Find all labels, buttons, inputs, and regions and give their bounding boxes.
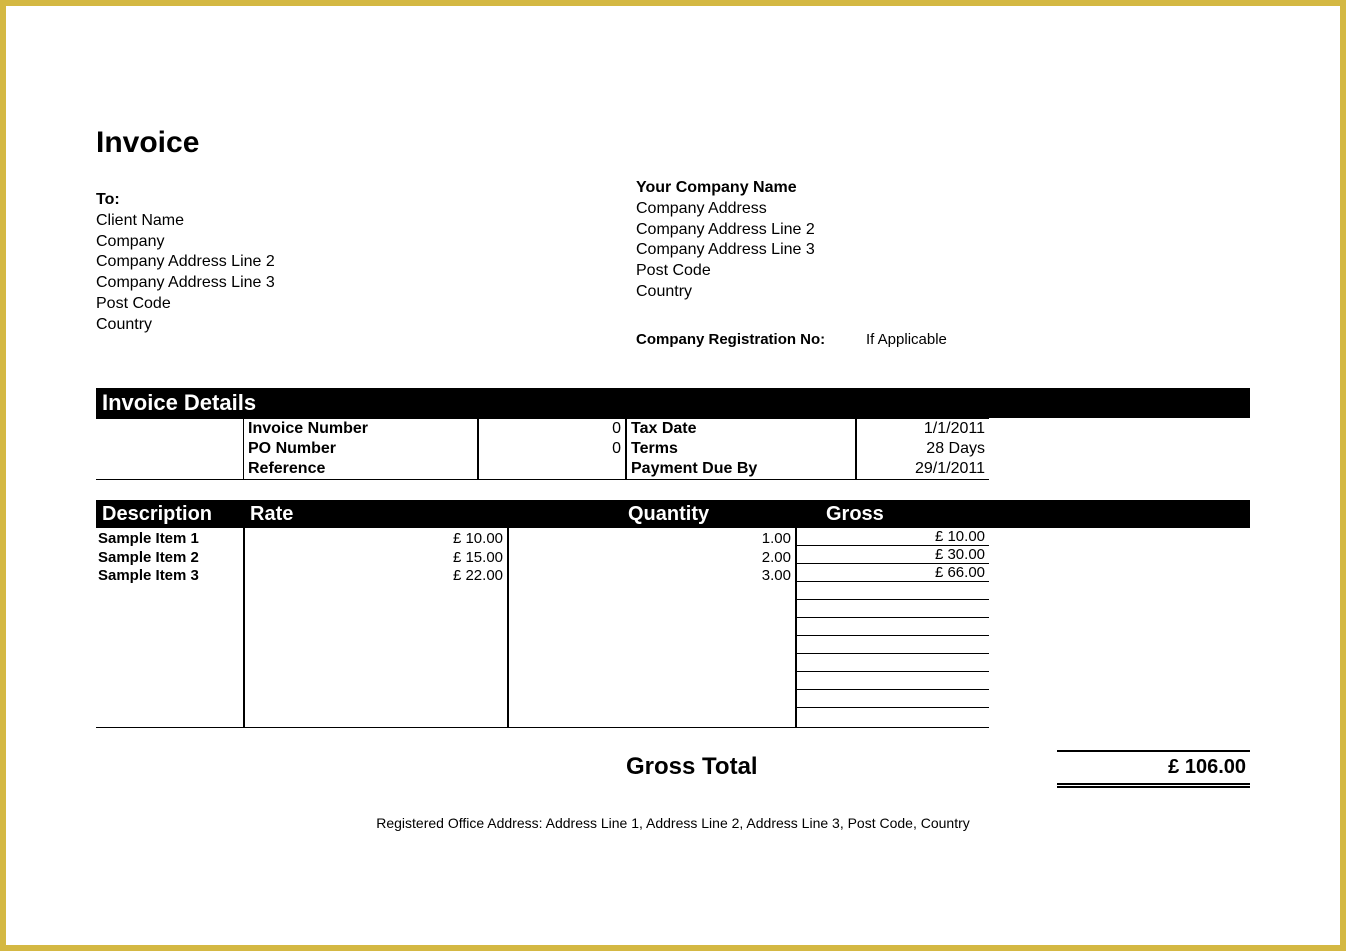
reference-value: 0 — [479, 439, 625, 459]
item-gross-blank — [797, 636, 989, 654]
item-description: Sample Item 2 — [98, 549, 241, 568]
to-addr3: Company Address Line 3 — [96, 273, 636, 294]
item-quantity: 3.00 — [513, 567, 791, 586]
item-quantity: 1.00 — [513, 530, 791, 549]
gross-total-label: Gross Total — [626, 753, 866, 781]
invoice-page: Invoice To: Client Name Company Company … — [6, 6, 1340, 871]
invoice-details-grid: Invoice Number PO Number Reference 0 0 T… — [96, 418, 1250, 480]
footer-address: Registered Office Address: Address Line … — [96, 815, 1250, 831]
invoice-details-heading: Invoice Details — [96, 388, 1250, 418]
registration-row: Company Registration No: If Applicable — [636, 331, 1250, 348]
item-description: Sample Item 3 — [98, 567, 241, 586]
header-rate: Rate — [244, 500, 508, 528]
registration-label: Company Registration No: — [636, 331, 866, 348]
gross-column: £ 10.00 £ 30.00 £ 66.00 — [796, 528, 989, 728]
item-gross: £ 10.00 — [797, 528, 989, 546]
item-gross: £ 66.00 — [797, 564, 989, 582]
item-gross-blank — [797, 690, 989, 708]
payment-due-value: 29/1/2011 — [857, 459, 989, 479]
from-country: Country — [636, 282, 1250, 303]
item-gross-blank — [797, 582, 989, 600]
terms-label: Terms — [627, 439, 855, 459]
recipient-block: Invoice To: Client Name Company Company … — [96, 126, 636, 348]
document-title: Invoice — [96, 126, 636, 160]
to-addr2: Company Address Line 2 — [96, 252, 636, 273]
from-postcode: Post Code — [636, 261, 1250, 282]
po-number-label: PO Number — [244, 439, 477, 459]
line-items-section: Description Rate Quantity Gross Sample I… — [96, 500, 1250, 728]
header-description: Description — [96, 500, 244, 528]
item-gross-blank — [797, 600, 989, 618]
line-items-header: Description Rate Quantity Gross — [96, 500, 1250, 528]
item-gross: £ 30.00 — [797, 546, 989, 564]
item-gross-blank — [797, 708, 989, 726]
to-company: Company — [96, 232, 636, 253]
to-postcode: Post Code — [96, 294, 636, 315]
rate-column: £ 10.00 £ 15.00 £ 22.00 — [244, 528, 508, 728]
item-gross-blank — [797, 618, 989, 636]
total-row: Gross Total £ 106.00 — [96, 750, 1250, 785]
quantity-column: 1.00 2.00 3.00 — [508, 528, 796, 728]
item-gross-blank — [797, 654, 989, 672]
from-name: Your Company Name — [636, 178, 1250, 199]
to-client-name: Client Name — [96, 211, 636, 232]
description-column: Sample Item 1 Sample Item 2 Sample Item … — [96, 528, 244, 728]
item-quantity: 2.00 — [513, 549, 791, 568]
invoice-number-value: 0 — [479, 419, 625, 439]
from-addr3: Company Address Line 3 — [636, 240, 1250, 261]
from-addr2: Company Address Line 2 — [636, 220, 1250, 241]
item-description: Sample Item 1 — [98, 530, 241, 549]
from-addr1: Company Address — [636, 199, 1250, 220]
line-items-body: Sample Item 1 Sample Item 2 Sample Item … — [96, 528, 1250, 728]
terms-value: 28 Days — [857, 439, 989, 459]
tax-date-value: 1/1/2011 — [857, 419, 989, 439]
header-quantity: Quantity — [508, 500, 796, 528]
item-rate: £ 15.00 — [249, 549, 503, 568]
header: Invoice To: Client Name Company Company … — [96, 126, 1250, 348]
gross-total-value: £ 106.00 — [1057, 750, 1250, 785]
invoice-number-label: Invoice Number — [244, 419, 477, 439]
sender-block: Your Company Name Company Address Compan… — [636, 126, 1250, 348]
item-rate: £ 22.00 — [249, 567, 503, 586]
item-gross-blank — [797, 672, 989, 690]
registration-value: If Applicable — [866, 331, 947, 348]
payment-due-label: Payment Due By — [627, 459, 855, 479]
item-rate: £ 10.00 — [249, 530, 503, 549]
to-label: To: — [96, 190, 636, 211]
to-country: Country — [96, 315, 636, 336]
reference-label: Reference — [244, 459, 477, 479]
tax-date-label: Tax Date — [627, 419, 855, 439]
header-gross: Gross — [796, 500, 989, 528]
